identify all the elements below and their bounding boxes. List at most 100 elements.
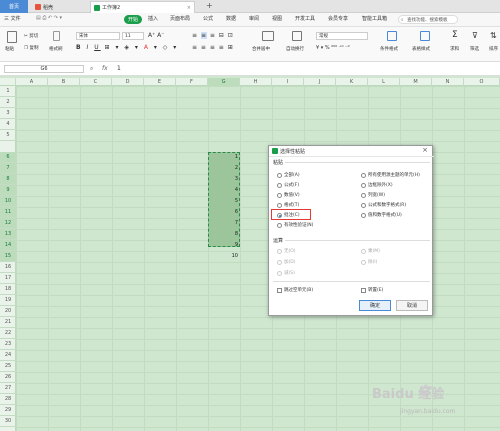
row-header[interactable]: 7: [0, 163, 16, 174]
menu-insert[interactable]: 插入: [148, 15, 158, 22]
filter-icon[interactable]: ⊽: [472, 31, 478, 40]
format-painter-label[interactable]: 格式刷: [49, 46, 63, 52]
menu-member[interactable]: 会员专享: [328, 15, 348, 22]
cancel-button[interactable]: 取消: [396, 300, 428, 311]
cell-value[interactable]: 10: [200, 251, 238, 262]
row-header[interactable]: 5: [0, 130, 16, 141]
number-format-select[interactable]: 常规: [316, 32, 368, 40]
menu-page-layout[interactable]: 页面布局: [170, 15, 190, 22]
column-header-c[interactable]: C: [80, 78, 112, 86]
font-grow-icon[interactable]: A⁺ A⁻: [148, 32, 164, 39]
menu-developer[interactable]: 开发工具: [295, 15, 315, 22]
ok-button[interactable]: 确定: [359, 300, 391, 311]
font-name-select[interactable]: 宋体: [76, 32, 120, 40]
cell-value[interactable]: 9: [208, 240, 238, 251]
column-header-g[interactable]: G: [208, 78, 240, 86]
table-style-label[interactable]: 表格样式: [412, 46, 430, 52]
close-tab-icon[interactable]: ×: [187, 5, 191, 11]
radio-source-theme[interactable]: 所有使用源主题的单元(H): [361, 172, 420, 178]
sum-icon[interactable]: Σ: [452, 30, 458, 40]
radio-formulas-numbers[interactable]: 公式和数字格式(R): [361, 202, 406, 208]
radio-formats[interactable]: 格式(T): [277, 202, 299, 208]
row-header[interactable]: 4: [0, 119, 16, 130]
row-header[interactable]: 8: [0, 174, 16, 185]
radio-divide[interactable]: 除(I): [361, 259, 377, 265]
row-header[interactable]: 12: [0, 218, 16, 229]
select-all-corner[interactable]: [0, 78, 16, 86]
cell-value[interactable]: 2: [208, 163, 238, 174]
conditional-format-icon[interactable]: [387, 31, 397, 41]
menu-formulas[interactable]: 公式: [203, 15, 213, 22]
close-icon[interactable]: ×: [422, 146, 428, 154]
wrap-icon[interactable]: [292, 31, 302, 41]
format-painter-icon[interactable]: [53, 31, 60, 41]
tab-home[interactable]: 首页: [0, 0, 28, 13]
radio-formulas[interactable]: 公式(F): [277, 182, 299, 188]
column-header-h[interactable]: H: [240, 78, 272, 86]
sort-label[interactable]: 排序: [489, 46, 498, 52]
file-menu[interactable]: 三 文件: [4, 15, 21, 22]
radio-except-borders[interactable]: 边框除外(X): [361, 182, 393, 188]
tab-doc[interactable]: 稻壳: [32, 1, 87, 13]
wrap-label[interactable]: 自动换行: [286, 46, 304, 52]
row-header[interactable]: 11: [0, 207, 16, 218]
menu-review[interactable]: 审阅: [249, 15, 259, 22]
row-header[interactable]: 9: [0, 185, 16, 196]
row-header[interactable]: 15: [0, 251, 16, 262]
row-header[interactable]: 16: [0, 262, 16, 273]
column-header-a[interactable]: A: [16, 78, 48, 86]
new-tab-icon[interactable]: +: [206, 1, 213, 10]
cell-value[interactable]: 4: [208, 185, 238, 196]
cell-value[interactable]: 1: [208, 152, 238, 163]
sort-icon[interactable]: ⇅: [490, 31, 497, 40]
radio-subtract[interactable]: 减(S): [277, 270, 295, 276]
merge-label[interactable]: 合并居中: [252, 46, 270, 52]
row-header[interactable]: 10: [0, 196, 16, 207]
font-size-select[interactable]: 11: [122, 32, 144, 40]
filter-label[interactable]: 筛选: [470, 46, 479, 52]
row-header[interactable]: 29: [0, 405, 16, 416]
paste-label[interactable]: 粘贴: [5, 46, 14, 52]
column-header-o[interactable]: O: [464, 78, 500, 86]
column-header-i[interactable]: I: [272, 78, 304, 86]
row-header[interactable]: 21: [0, 317, 16, 328]
row-header[interactable]: 22: [0, 328, 16, 339]
menu-view[interactable]: 视图: [272, 15, 282, 22]
menu-smart-tools[interactable]: 智能工具箱: [362, 15, 387, 22]
row-header[interactable]: 28: [0, 394, 16, 405]
search-box[interactable]: ⌕ 查找功能、搜索模板: [398, 15, 458, 24]
column-header-d[interactable]: D: [112, 78, 144, 86]
radio-column-widths[interactable]: 列宽(W): [361, 192, 385, 198]
checkbox-skip-blanks[interactable]: 跳过空单元(B): [277, 287, 313, 293]
number-format-icons[interactable]: ¥ ▾ % ⁰⁰⁰ ⁺⁰ ⁻⁰: [316, 45, 350, 51]
tab-workbook[interactable]: 工作簿2 ×: [90, 1, 195, 13]
column-header-b[interactable]: B: [48, 78, 80, 86]
save-icon[interactable]: ▤ ⎙ ↶ ↷ ▾: [36, 15, 62, 21]
align-icons[interactable]: ≡ ≡ ≡ ≡ ⊞: [192, 44, 234, 51]
paste-icon[interactable]: [7, 31, 17, 43]
radio-none[interactable]: 无(O): [277, 248, 296, 254]
cell-value[interactable]: 6: [208, 207, 238, 218]
column-header-j[interactable]: J: [304, 78, 336, 86]
radio-values[interactable]: 数值(V): [277, 192, 300, 198]
cell-value[interactable]: 7: [208, 218, 238, 229]
fx-icon[interactable]: fx: [102, 65, 108, 72]
copy-button[interactable]: ❐ 复制: [24, 45, 38, 51]
column-header-e[interactable]: E: [144, 78, 176, 86]
column-header-l[interactable]: L: [368, 78, 400, 86]
row-header[interactable]: 20: [0, 306, 16, 317]
radio-values-numbers[interactable]: 值和数字格式(U): [361, 212, 402, 218]
column-header-f[interactable]: F: [176, 78, 208, 86]
row-header[interactable]: 2: [0, 97, 16, 108]
radio-validation[interactable]: 有效性验证(N): [277, 222, 313, 228]
row-header[interactable]: 19: [0, 295, 16, 306]
radio-all[interactable]: 全部(A): [277, 172, 300, 178]
row-header[interactable]: 25: [0, 361, 16, 372]
row-header[interactable]: 3: [0, 108, 16, 119]
table-style-icon[interactable]: [420, 31, 430, 41]
cell-value[interactable]: 8: [208, 229, 238, 240]
cell-value[interactable]: 3: [208, 174, 238, 185]
row-header[interactable]: 26: [0, 372, 16, 383]
merge-icon[interactable]: [262, 31, 274, 41]
cut-button[interactable]: ✂ 剪切: [24, 33, 38, 39]
